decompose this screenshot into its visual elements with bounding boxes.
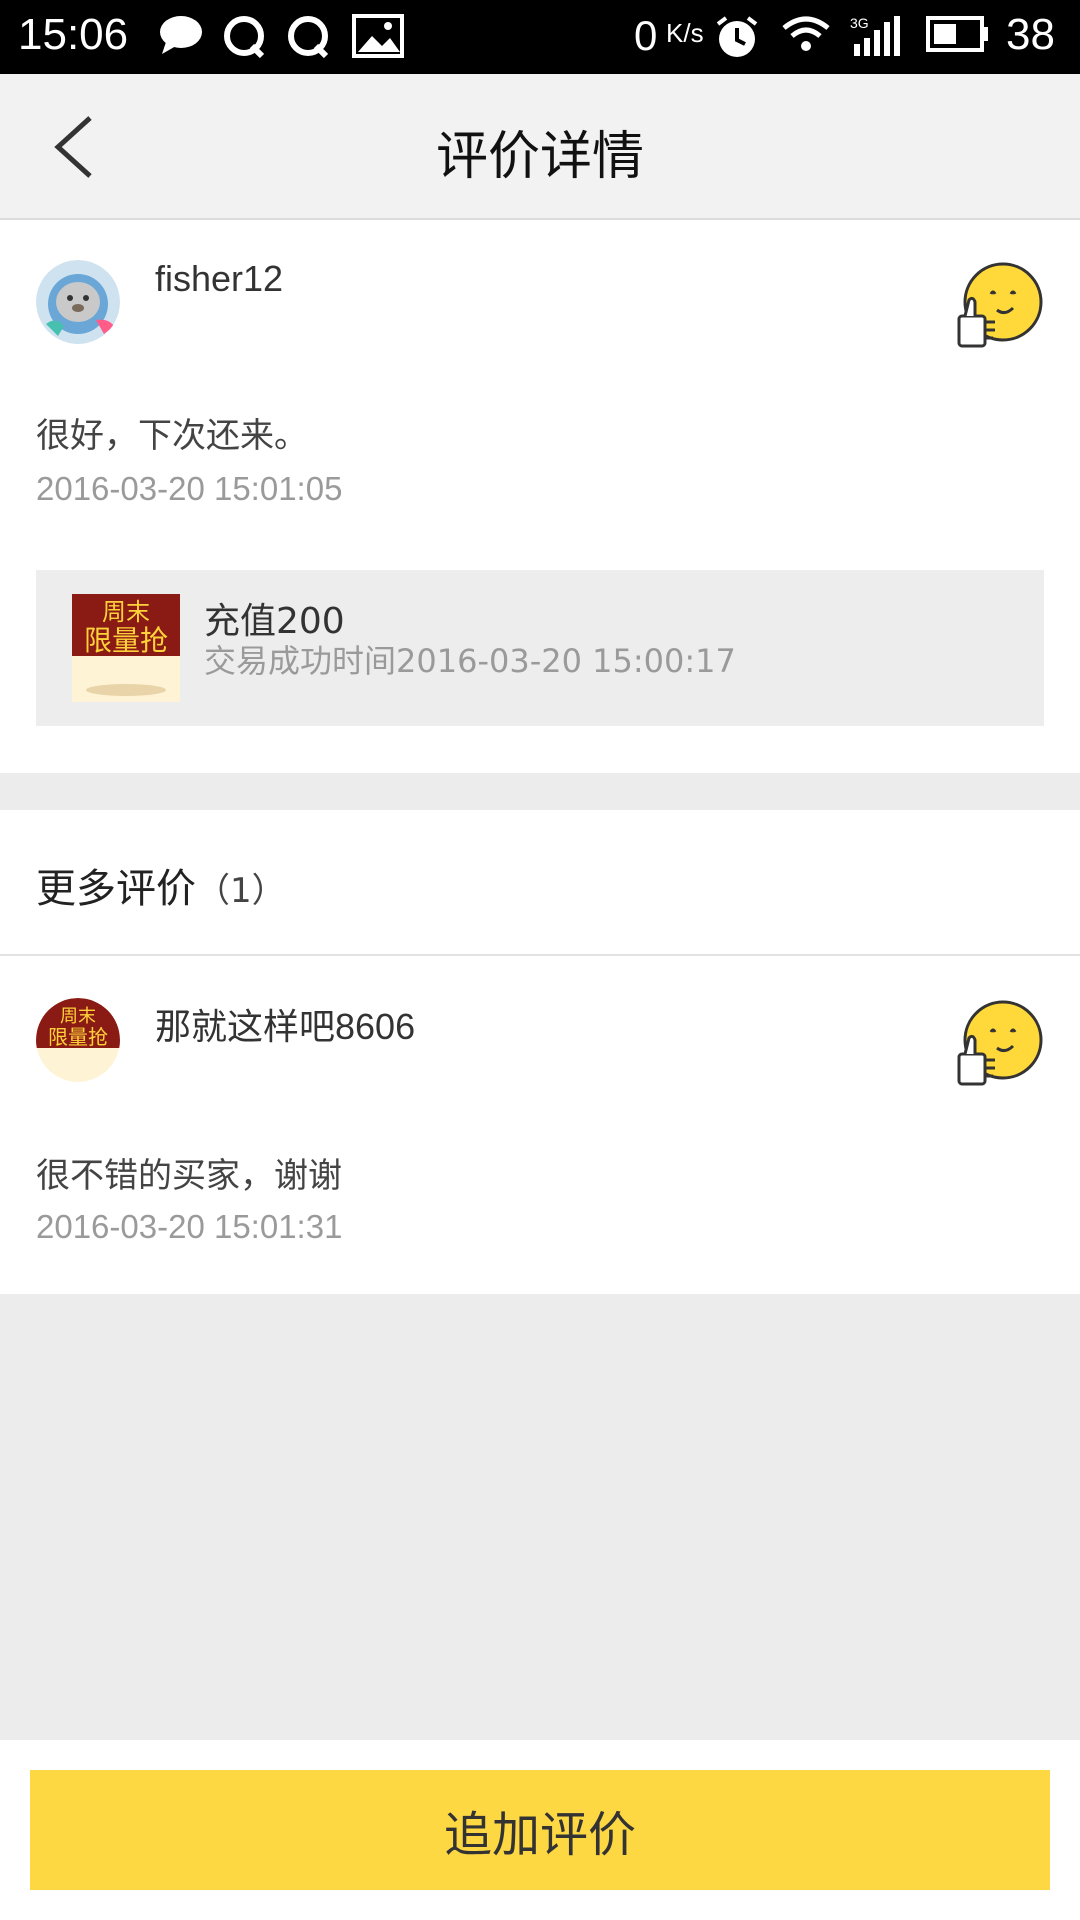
alarm-icon bbox=[716, 16, 758, 57]
review-card: fisher12 很好，下次还来。 2016-03-20 15:01:05 周末… bbox=[0, 220, 1080, 773]
bottom-bar: 追加评价 bbox=[0, 1740, 1080, 1920]
promo-image-icon: 周末 限量抢 bbox=[72, 594, 180, 702]
promo-text-bottom: 限量抢 bbox=[84, 624, 168, 657]
nav-bar: 评价详情 bbox=[0, 74, 1080, 220]
qq-icon bbox=[224, 16, 265, 59]
review-comment: 很好，下次还来。 bbox=[36, 416, 308, 456]
wifi-icon bbox=[782, 16, 830, 51]
promo-text-top: 周末 bbox=[60, 1006, 96, 1027]
signal-3g-icon: 3G bbox=[850, 15, 900, 56]
review-date: 2016-03-20 15:01:31 bbox=[36, 1208, 343, 1245]
net-speed-unit: K/s bbox=[666, 18, 704, 48]
review-date: 2016-03-20 15:01:05 bbox=[36, 470, 343, 507]
image-icon bbox=[352, 14, 404, 58]
product-card[interactable]: 周末 限量抢 充值200 交易成功时间2016-03-20 15:00:17 bbox=[36, 570, 1044, 726]
thumbs-up-emoji-icon bbox=[957, 262, 1043, 348]
more-reviews-count: （1） bbox=[196, 871, 286, 911]
thumbs-up-emoji-icon bbox=[957, 1000, 1043, 1086]
page-title: 评价详情 bbox=[435, 127, 644, 187]
chat-bubble-icon bbox=[160, 16, 202, 54]
review-username: 那就这样吧8606 bbox=[155, 1006, 416, 1047]
svg-text:3G: 3G bbox=[850, 15, 869, 31]
product-thumbnail: 周末 限量抢 bbox=[72, 594, 180, 702]
product-subtitle: 交易成功时间2016-03-20 15:00:17 bbox=[204, 642, 736, 680]
net-speed: 0 bbox=[634, 12, 658, 59]
status-bar: 15:06 0 K/s 3G 38 bbox=[0, 0, 1080, 74]
avatar[interactable]: 周末 限量抢 bbox=[36, 998, 120, 1082]
status-time: 15:06 bbox=[18, 10, 129, 59]
list-item: 周末 限量抢 那就这样吧8606 很不错的买家，谢谢 2016-03-20 15… bbox=[0, 956, 1080, 1294]
seal-avatar-icon bbox=[36, 260, 120, 344]
review-comment: 很不错的买家，谢谢 bbox=[36, 1156, 342, 1196]
review-username: fisher12 bbox=[155, 258, 284, 299]
more-reviews-header: 更多评价（1） bbox=[0, 810, 1080, 956]
promo-text-bottom: 限量抢 bbox=[48, 1025, 108, 1049]
qq-icon bbox=[288, 16, 329, 59]
battery-level: 38 bbox=[1006, 10, 1055, 59]
more-reviews-title: 更多评价（1） bbox=[36, 856, 286, 914]
avatar[interactable] bbox=[36, 260, 120, 344]
more-reviews-label: 更多评价 bbox=[36, 866, 196, 912]
battery-icon bbox=[926, 16, 988, 52]
promo-text-top: 周末 bbox=[102, 598, 150, 626]
add-review-button[interactable]: 追加评价 bbox=[30, 1770, 1050, 1890]
promo-avatar-icon: 周末 限量抢 bbox=[36, 998, 120, 1082]
